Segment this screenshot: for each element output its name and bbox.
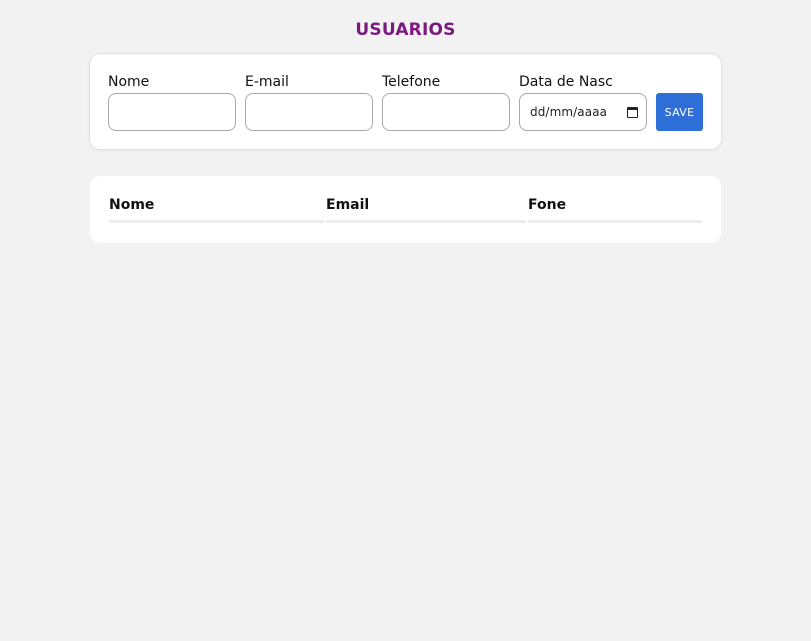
column-header-nome: Nome xyxy=(109,197,155,213)
birthdate-field: Data de Nasc dd/mm/aaaa xyxy=(519,73,647,131)
birthdate-label: Data de Nasc xyxy=(519,74,613,90)
name-field: Nome xyxy=(108,73,236,131)
email-input[interactable] xyxy=(245,93,373,131)
users-table: Nome Email Fone xyxy=(90,176,721,243)
save-button[interactable]: SAVE xyxy=(656,93,703,131)
page-title: USUARIOS xyxy=(355,20,456,40)
header-divider xyxy=(109,220,324,223)
birthdate-input[interactable]: dd/mm/aaaa xyxy=(519,93,647,131)
email-label: E-mail xyxy=(245,74,289,90)
header-divider xyxy=(528,220,702,223)
phone-input[interactable] xyxy=(382,93,510,131)
user-form: Nome E-mail Telefone Data de Nasc dd/mm/… xyxy=(90,54,721,149)
name-input[interactable] xyxy=(108,93,236,131)
phone-field: Telefone xyxy=(382,73,510,131)
birthdate-placeholder: dd/mm/aaaa xyxy=(530,105,608,119)
header-divider xyxy=(326,220,526,223)
column-header-email: Email xyxy=(326,197,370,213)
email-field: E-mail xyxy=(245,73,373,131)
column-header-fone: Fone xyxy=(528,197,567,213)
calendar-icon[interactable] xyxy=(627,106,638,118)
phone-label: Telefone xyxy=(382,74,441,90)
name-label: Nome xyxy=(108,74,150,90)
